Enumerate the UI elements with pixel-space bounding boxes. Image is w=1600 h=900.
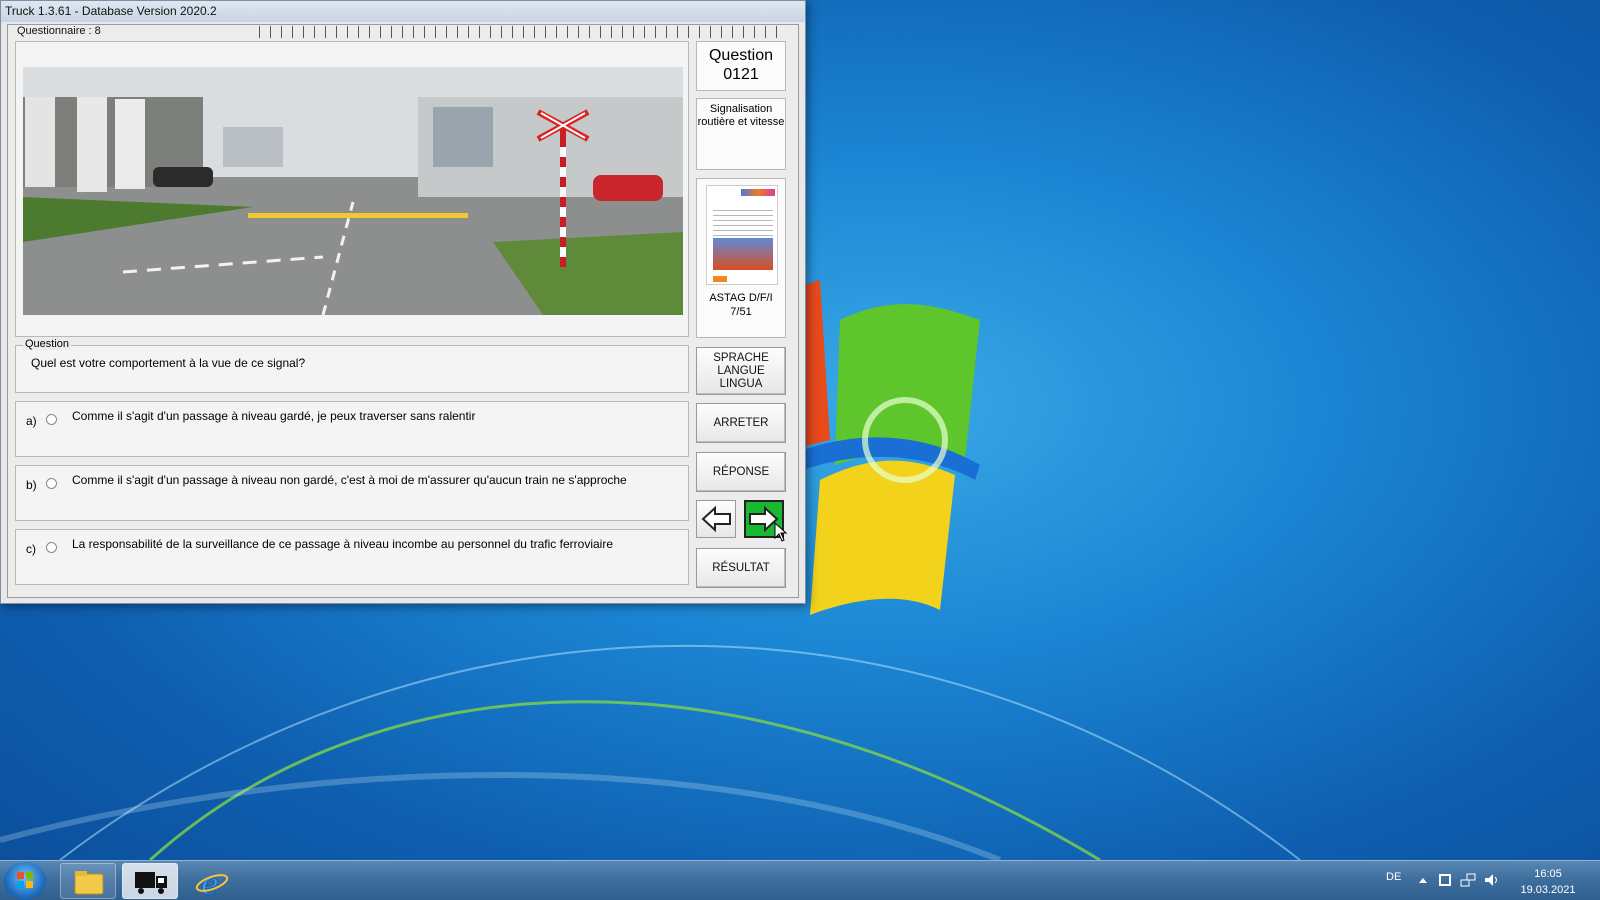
answer-text: Comme il s'agit d'un passage à niveau no…	[72, 473, 627, 487]
answer-c-radio[interactable]	[46, 542, 57, 553]
questionnaire-label: Questionnaire : 8	[15, 25, 103, 37]
question-number-title: Question	[708, 47, 774, 64]
mouse-cursor-icon	[774, 522, 788, 542]
truck-app-icon	[135, 872, 167, 894]
answer-c[interactable]: c) La responsabilité de la surveillance …	[15, 529, 689, 585]
book-page: 7/51	[730, 306, 752, 318]
language-label-de: SPRACHE	[713, 352, 769, 364]
question-legend: Question	[23, 338, 72, 350]
language-button[interactable]: SPRACHE LANGUE LINGUA	[696, 347, 786, 395]
app-window: Truck 1.3.61 - Database Version 2020.2 Q…	[0, 0, 806, 604]
question-category: Signalisation routière et vitesse	[696, 98, 786, 170]
answer-b[interactable]: b) Comme il s'agit d'un passage à niveau…	[15, 465, 689, 521]
reference-book-box: ASTAG D/F/I 7/51	[696, 178, 786, 338]
internet-explorer-icon: e	[195, 867, 229, 900]
show-hidden-icons-icon[interactable]	[1418, 876, 1428, 884]
result-button[interactable]: RÉSULTAT	[696, 548, 786, 588]
start-orb-icon[interactable]	[4, 862, 46, 900]
answer-text: Comme il s'agit d'un passage à niveau ga…	[72, 409, 476, 423]
language-label-it: LINGUA	[719, 378, 763, 390]
question-number-box: Question 0121	[696, 41, 786, 91]
taskbar-explorer-button[interactable]	[60, 863, 116, 899]
progress-ticks	[259, 26, 781, 38]
arrow-left-icon	[701, 505, 731, 533]
book-title: ASTAG D/F/I	[709, 292, 773, 304]
taskbar-ie-button[interactable]: e	[184, 863, 240, 900]
question-photo	[23, 67, 683, 315]
stop-button[interactable]: ARRETER	[696, 403, 786, 443]
file-explorer-icon	[74, 871, 104, 895]
answer-b-radio[interactable]	[46, 478, 57, 489]
question-number: 0121	[723, 66, 759, 83]
clock-date: 19.03.2021	[1520, 884, 1576, 896]
answer-text: La responsabilité de la surveillance de …	[72, 537, 613, 551]
volume-icon[interactable]	[1484, 873, 1500, 887]
network-icon[interactable]	[1460, 873, 1476, 887]
answer-button[interactable]: RÉPONSE	[696, 452, 786, 492]
window-title: Truck 1.3.61 - Database Version 2020.2	[1, 1, 805, 22]
book-cover-icon	[706, 185, 778, 285]
answer-a-radio[interactable]	[46, 414, 57, 425]
system-clock[interactable]: 16:05 19.03.2021	[1508, 866, 1588, 898]
svg-text:e: e	[201, 867, 219, 900]
language-indicator[interactable]: DE	[1386, 871, 1401, 883]
action-center-icon[interactable]	[1438, 873, 1452, 887]
previous-button[interactable]	[696, 500, 736, 538]
answer-letter: a)	[26, 414, 37, 428]
answer-letter: c)	[26, 542, 36, 556]
windows-logo-wallpaper	[790, 280, 980, 615]
taskbar: e DE 16:05 19.03.2021	[0, 860, 1600, 900]
clock-time: 16:05	[1534, 868, 1562, 880]
answer-a[interactable]: a) Comme il s'agit d'un passage à niveau…	[15, 401, 689, 457]
taskbar-truck-app-button[interactable]	[122, 863, 178, 899]
answer-letter: b)	[26, 478, 37, 492]
language-label-fr: LANGUE	[717, 365, 765, 377]
question-text: Quel est votre comportement à la vue de …	[31, 356, 306, 370]
